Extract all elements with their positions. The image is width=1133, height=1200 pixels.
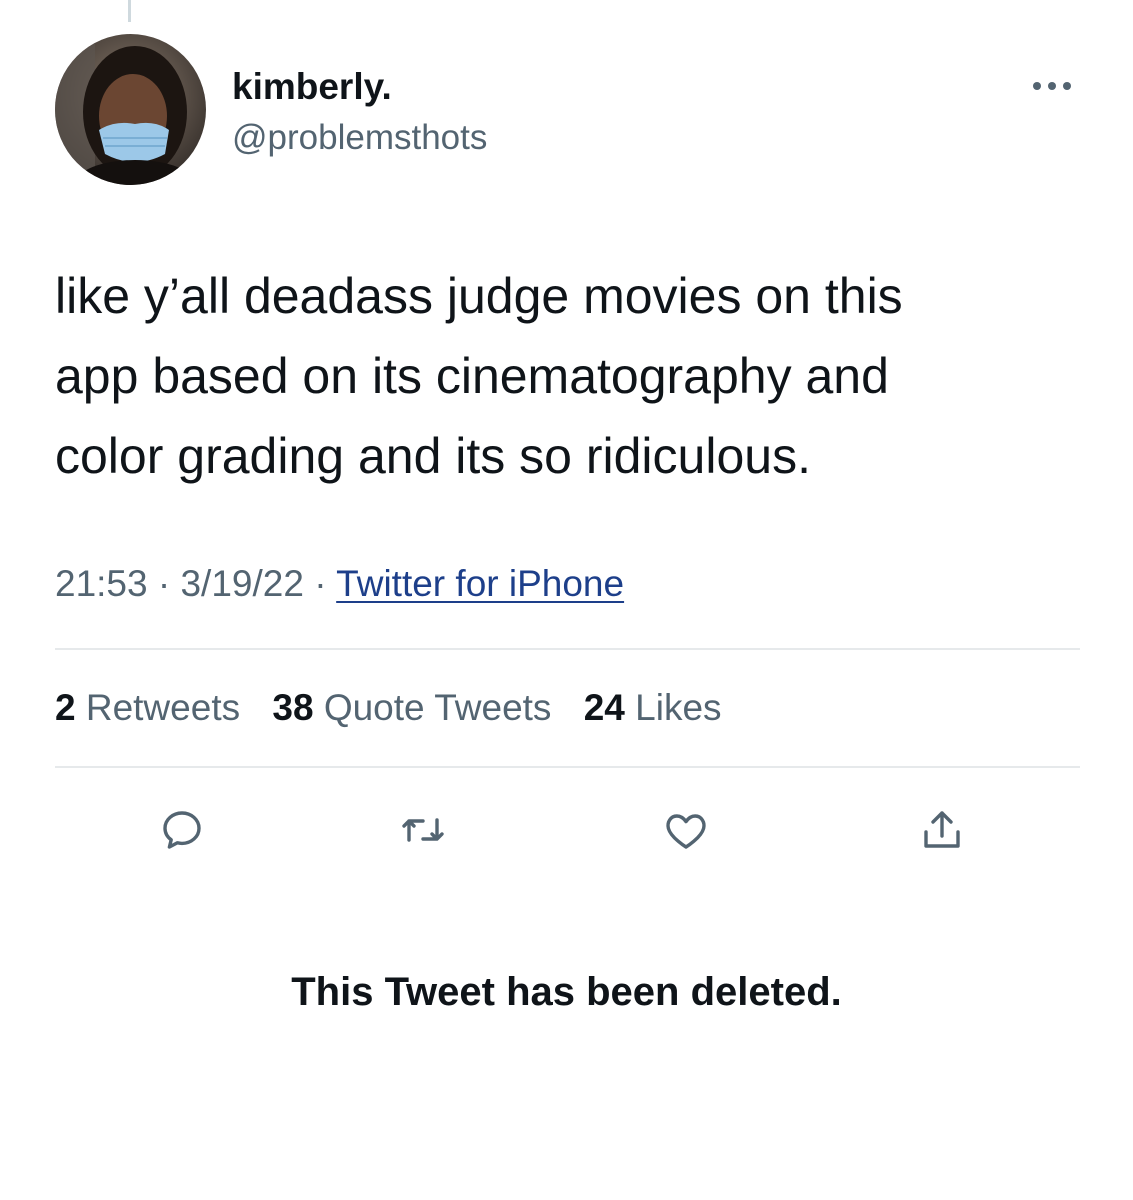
reply-icon bbox=[163, 811, 201, 849]
author-handle[interactable]: @problemsthots bbox=[232, 116, 487, 160]
retweets-label: Retweets bbox=[85, 687, 241, 728]
tweet-action-bar bbox=[0, 800, 1133, 860]
divider bbox=[55, 648, 1080, 650]
tweet-text: like y’all deadass judge movies on this … bbox=[55, 268, 903, 484]
avatar[interactable] bbox=[55, 34, 206, 185]
more-options-button[interactable] bbox=[1024, 68, 1080, 104]
author-display-name[interactable]: kimberly. bbox=[232, 64, 392, 110]
reply-button[interactable] bbox=[152, 800, 212, 860]
metadata-separator: · bbox=[157, 563, 171, 604]
share-button[interactable] bbox=[912, 800, 972, 860]
avatar-image bbox=[55, 34, 206, 185]
deleted-tweet-notice: This Tweet has been deleted. bbox=[291, 970, 842, 1014]
likes-stat[interactable]: 24 Likes bbox=[584, 687, 722, 728]
retweet-button[interactable] bbox=[393, 800, 453, 860]
share-icon bbox=[924, 811, 960, 848]
likes-count: 24 bbox=[583, 687, 625, 728]
divider bbox=[55, 766, 1080, 768]
metadata-separator: · bbox=[314, 563, 327, 604]
like-icon bbox=[666, 814, 706, 849]
tweet-time: 21:53 bbox=[55, 563, 148, 604]
retweets-count: 2 bbox=[55, 687, 76, 728]
tweet-date: 3/19/22 bbox=[180, 563, 304, 604]
quote-tweets-label: Quote Tweets bbox=[323, 687, 552, 728]
engagement-stats: 2 Retweets 38 Quote Tweets 24 Likes bbox=[55, 684, 744, 732]
likes-label: Likes bbox=[635, 687, 722, 728]
quote-tweets-count: 38 bbox=[272, 687, 314, 728]
tweet-metadata: 21:53 · 3/19/22 · Twitter for iPhone bbox=[55, 560, 624, 608]
tweet-source-link[interactable]: Twitter for iPhone bbox=[336, 563, 624, 604]
like-button[interactable] bbox=[656, 800, 716, 860]
retweets-stat[interactable]: 2 Retweets bbox=[55, 687, 240, 728]
more-icon bbox=[1033, 82, 1071, 90]
quote-tweets-stat[interactable]: 38 Quote Tweets bbox=[272, 687, 551, 728]
retweet-icon bbox=[402, 818, 444, 842]
thread-connector-line bbox=[128, 0, 131, 22]
